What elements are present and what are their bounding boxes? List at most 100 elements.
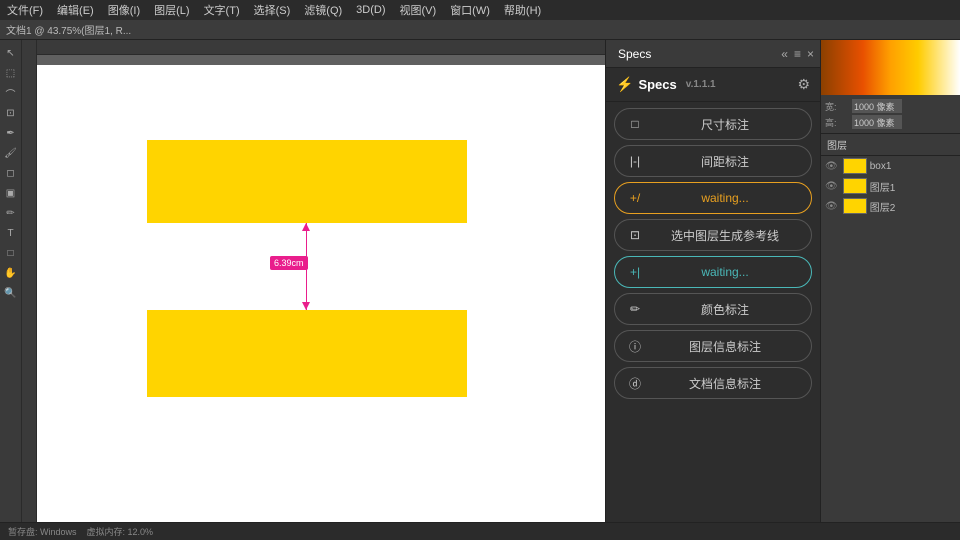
menu-3d[interactable]: 3D(D) — [353, 4, 388, 16]
rect-bottom[interactable] — [147, 310, 467, 397]
specs-buttons: □ 尺寸标注 |-| 间距标注 +/ waiting... ⊡ 选中图层生成参考… — [606, 102, 820, 522]
rp-input-width[interactable] — [852, 99, 902, 113]
rp-row-2: 高: — [825, 115, 956, 129]
menu-view[interactable]: 视图(V) — [397, 2, 440, 18]
spacing-annotation-label: 间距标注 — [651, 153, 799, 170]
arrow-up-icon — [302, 223, 310, 231]
waiting2-button[interactable]: +| waiting... — [614, 256, 812, 288]
generate-guide-label: 选中图层生成参考线 — [651, 227, 799, 244]
waiting2-icon: +| — [627, 265, 643, 279]
status-text-2: 虚拟内存: 12.0% — [87, 525, 154, 538]
color-annotation-label: 颜色标注 — [651, 301, 799, 318]
tool-move[interactable]: ↖ — [2, 44, 20, 62]
tool-shape[interactable]: □ — [2, 244, 20, 262]
rp-input-height[interactable] — [852, 115, 902, 129]
tool-gradient[interactable]: ▣ — [2, 184, 20, 202]
menu-file[interactable]: 文件(F) — [4, 2, 46, 18]
right-panel: 宽: 高: 图层 👁 box1 👁 图层1 👁 — [820, 40, 960, 522]
layer-info-label: 图层信息标注 — [651, 338, 799, 355]
doc-info-icon: ⓓ — [627, 375, 643, 392]
menu-layer[interactable]: 图层(L) — [151, 2, 192, 18]
ruler-vertical — [22, 40, 37, 522]
tool-lasso[interactable]: ⌒ — [2, 84, 20, 102]
specs-panel: Specs « ≡ × ⚡ Specs v.1.1.1 ⚙ □ 尺寸标注 — [605, 40, 820, 522]
layer-eye-icon-1: 👁 — [825, 181, 838, 192]
specs-header-icons: « ≡ × — [781, 47, 814, 61]
layer-thumb-1 — [843, 178, 867, 194]
canvas-rulers: 6.39cm — [22, 40, 605, 522]
canvas-wrapper: 6.39cm — [22, 40, 605, 522]
main-area: ↖ ⬚ ⌒ ⊡ ✒ 🖌 ◻ ▣ ✏ T □ ✋ 🔍 — [0, 40, 960, 522]
menu-filter[interactable]: 滤镜(Q) — [301, 2, 345, 18]
color-annotation-button[interactable]: ✏ 颜色标注 — [614, 293, 812, 325]
layer-info-icon: ⓘ — [627, 338, 643, 355]
doc-info-button[interactable]: ⓓ 文档信息标注 — [614, 367, 812, 399]
specs-gear-icon[interactable]: ⚙ — [797, 76, 810, 93]
generate-guide-icon: ⊡ — [627, 228, 643, 242]
tool-hand[interactable]: ✋ — [2, 264, 20, 282]
size-annotation-icon: □ — [627, 117, 643, 131]
specs-title-text: Specs — [638, 77, 676, 92]
specs-title-icon: ⚡ — [616, 76, 633, 93]
specs-menu-icon[interactable]: ≡ — [794, 47, 801, 61]
layer-name-box1: box1 — [870, 161, 892, 172]
layer-thumb-2 — [843, 198, 867, 214]
status-bar: 暂存盘: Windows 虚拟内存: 12.0% — [0, 522, 960, 540]
layers-section: 图层 👁 box1 👁 图层1 👁 图层2 — [821, 133, 960, 522]
tool-eyedropper[interactable]: ✒ — [2, 124, 20, 142]
layer-thumb-box1 — [843, 158, 867, 174]
waiting1-button[interactable]: +/ waiting... — [614, 182, 812, 214]
left-tools: ↖ ⬚ ⌒ ⊡ ✒ 🖌 ◻ ▣ ✏ T □ ✋ 🔍 — [0, 40, 22, 522]
ruler-horizontal — [37, 40, 605, 55]
tool-zoom[interactable]: 🔍 — [2, 284, 20, 302]
menu-window[interactable]: 窗口(W) — [447, 2, 493, 18]
color-annotation-icon: ✏ — [627, 302, 643, 316]
specs-header: Specs « ≡ × — [606, 40, 820, 68]
measurement-label: 6.39cm — [270, 256, 308, 270]
specs-title-row: ⚡ Specs v.1.1.1 ⚙ — [606, 68, 820, 102]
status-text-1: 暂存盘: Windows — [8, 525, 77, 538]
toolbar-doc[interactable]: 文档1 @ 43.75%(图层1, R... — [6, 22, 131, 37]
color-preview — [821, 40, 960, 95]
layer-info-button[interactable]: ⓘ 图层信息标注 — [614, 330, 812, 362]
size-annotation-label: 尺寸标注 — [651, 116, 799, 133]
specs-close-icon[interactable]: × — [807, 47, 814, 61]
menu-select[interactable]: 选择(S) — [251, 2, 294, 18]
size-annotation-button[interactable]: □ 尺寸标注 — [614, 108, 812, 140]
menu-edit[interactable]: 编辑(E) — [54, 2, 97, 18]
layer-item-box1[interactable]: 👁 box1 — [821, 156, 960, 176]
generate-guide-button[interactable]: ⊡ 选中图层生成参考线 — [614, 219, 812, 251]
layers-header: 图层 — [821, 134, 960, 156]
tool-text[interactable]: T — [2, 224, 20, 242]
tool-crop[interactable]: ⊡ — [2, 104, 20, 122]
layer-eye-icon: 👁 — [825, 161, 838, 172]
tool-eraser[interactable]: ◻ — [2, 164, 20, 182]
layer-item-1[interactable]: 👁 图层1 — [821, 176, 960, 196]
tool-select[interactable]: ⬚ — [2, 64, 20, 82]
layer-name-2: 图层2 — [870, 199, 896, 214]
rp-label-2: 高: — [825, 116, 850, 129]
tool-pen[interactable]: ✏ — [2, 204, 20, 222]
waiting1-label: waiting... — [651, 191, 799, 205]
rp-label-1: 宽: — [825, 100, 850, 113]
spacing-annotation-icon: |-| — [627, 154, 643, 168]
tool-brush[interactable]: 🖌 — [2, 144, 20, 162]
layer-name-1: 图层1 — [870, 179, 896, 194]
spacing-annotation-button[interactable]: |-| 间距标注 — [614, 145, 812, 177]
specs-tab[interactable]: Specs — [612, 45, 657, 63]
canvas-scroll[interactable]: 6.39cm — [37, 55, 605, 522]
right-panel-tools: 宽: 高: — [821, 95, 960, 133]
specs-back-icon[interactable]: « — [781, 47, 788, 61]
menu-bar: 文件(F) 编辑(E) 图像(I) 图层(L) 文字(T) 选择(S) 滤镜(Q… — [0, 0, 960, 20]
menu-image[interactable]: 图像(I) — [105, 2, 143, 18]
rect-top[interactable] — [147, 140, 467, 223]
menu-help[interactable]: 帮助(H) — [501, 2, 544, 18]
menu-text[interactable]: 文字(T) — [201, 2, 243, 18]
doc-info-label: 文档信息标注 — [651, 375, 799, 392]
arrow-down-icon — [302, 302, 310, 310]
layer-eye-icon-2: 👁 — [825, 201, 838, 212]
toolbar: 文档1 @ 43.75%(图层1, R... — [0, 20, 960, 40]
canvas-area: 6.39cm — [37, 40, 605, 522]
layer-item-2[interactable]: 👁 图层2 — [821, 196, 960, 216]
waiting2-label: waiting... — [651, 265, 799, 279]
